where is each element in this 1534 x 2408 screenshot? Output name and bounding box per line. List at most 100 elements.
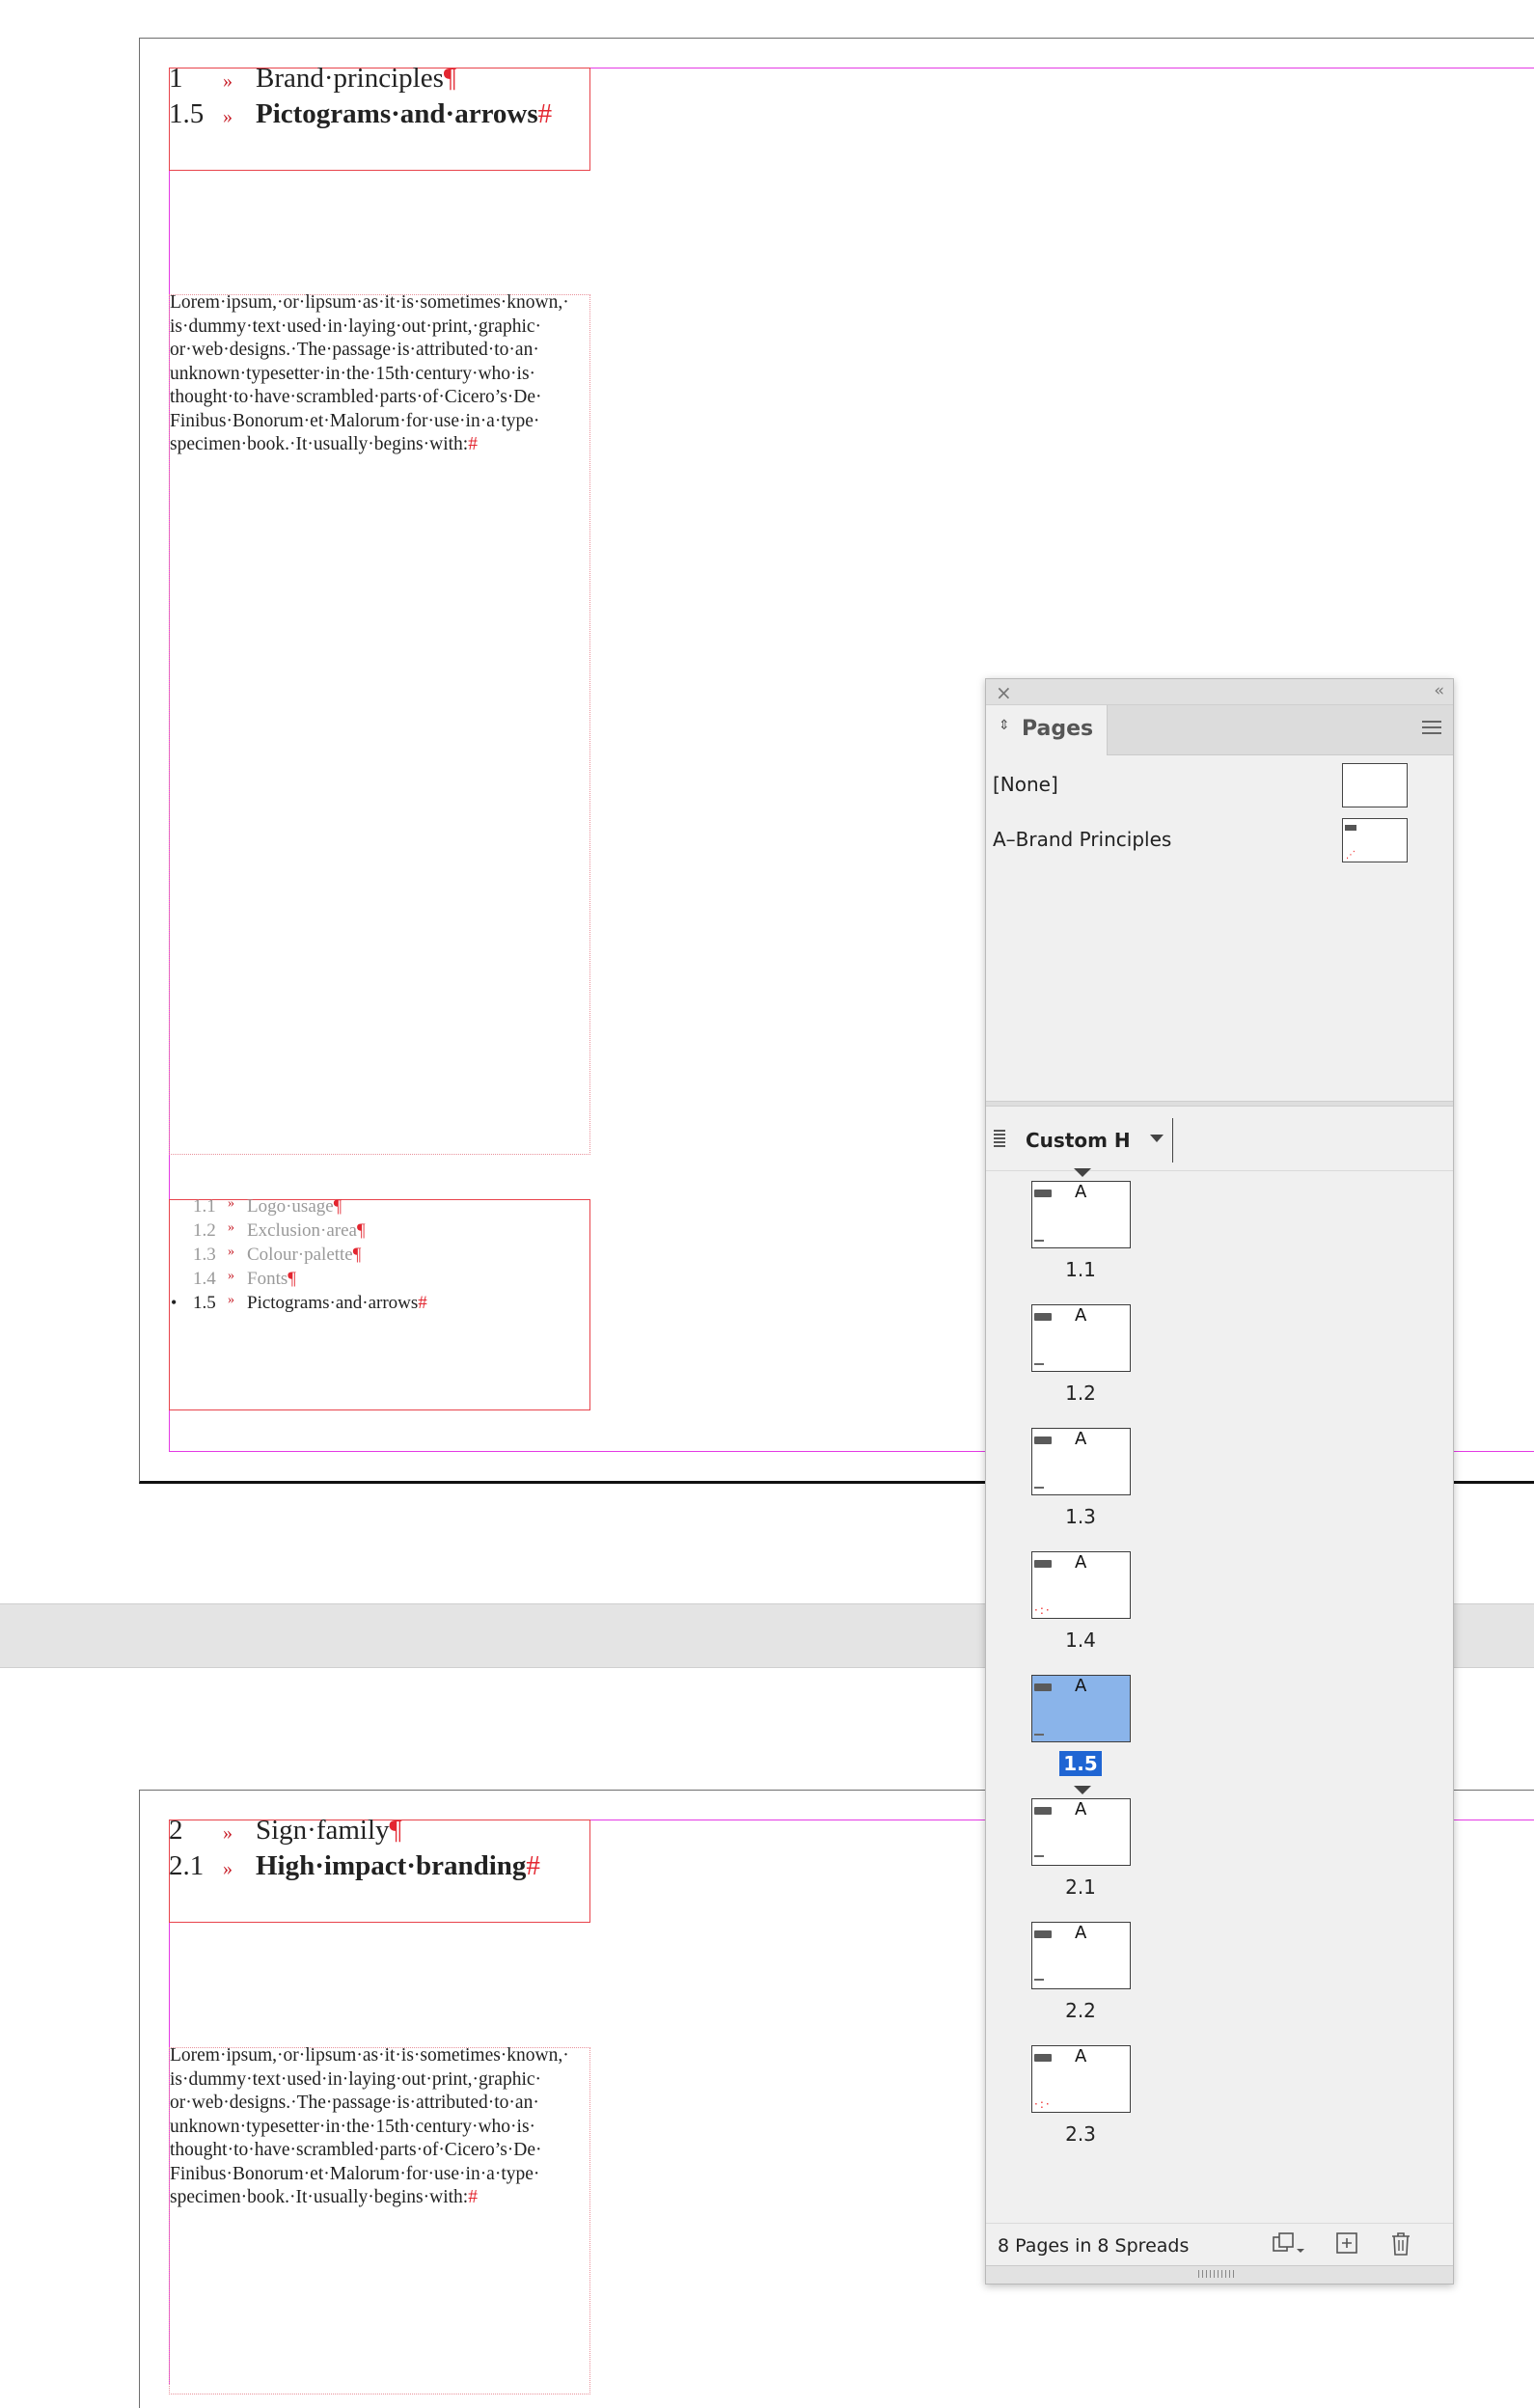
page-tile-1-3[interactable]: A 1.3 — [986, 1418, 1453, 1542]
page-thumbnail[interactable]: A — [1031, 1675, 1131, 1742]
page-tile-1-2[interactable]: A 1.2 — [986, 1295, 1453, 1418]
page-label: 2.1 — [1065, 1875, 1096, 1899]
page-thumbnail[interactable]: A — [1031, 1304, 1131, 1372]
toc-entry: 1.3 » Colour·palette ¶ — [193, 1245, 361, 1266]
thumb-footer-mark — [1034, 1363, 1044, 1365]
thumb-header-mark — [1034, 2054, 1052, 2062]
body-line: unknown·typesetter·in·the·15th·century·w… — [170, 2116, 536, 2137]
spine-marker-icon — [1074, 1168, 1091, 1177]
master-name: [None] — [993, 773, 1058, 796]
toc-number: 1.1 — [193, 1196, 216, 1217]
collapse-panel-icon[interactable]: ‹‹ — [1434, 681, 1443, 700]
toc-number: 1.4 — [193, 1269, 216, 1289]
heading-number: 2 — [169, 1815, 183, 1846]
pilcrow-mark: ¶ — [443, 63, 457, 94]
end-of-story-mark: # — [537, 98, 553, 129]
thumb-header-mark — [1034, 1930, 1052, 1938]
tab-pages[interactable]: ⇕ Pages — [986, 705, 1108, 755]
thumb-red-mark: ·:· — [1034, 1603, 1052, 1617]
bullet-mark: • — [171, 1293, 178, 1312]
master-prefix: A — [1075, 1923, 1087, 1943]
body-text: Lorem·ipsum,·or·lipsum·as·it·is·sometime… — [170, 291, 587, 457]
tab-marker: » — [228, 1196, 234, 1211]
toc-number: 1.3 — [193, 1245, 216, 1265]
new-page-icon[interactable] — [1335, 2231, 1358, 2260]
pilcrow-mark: ¶ — [352, 1245, 362, 1265]
page-thumbnail[interactable]: A ·:· — [1031, 2045, 1131, 2113]
tab-marker: » — [228, 1269, 234, 1283]
master-thumbnail[interactable] — [1342, 763, 1408, 807]
page-label: 2.2 — [1065, 1999, 1096, 2022]
master-prefix: A — [1075, 2046, 1087, 2066]
body-line: unknown·typesetter·in·the·15th·century·w… — [170, 363, 536, 384]
master-prefix: A — [1075, 1182, 1087, 1202]
page-tile-2-3[interactable]: A ·:· 2.3 — [986, 2036, 1453, 2159]
chevron-down-icon[interactable] — [1150, 1135, 1164, 1142]
panel-resize-grip[interactable] — [986, 2265, 1453, 2284]
page-thumbnail[interactable]: A — [1031, 1922, 1131, 1989]
page-label: 1.2 — [1065, 1382, 1096, 1405]
toc-entry: 1.4 » Fonts ¶ — [193, 1269, 296, 1290]
body-line: or·web·designs.·The·passage·is·attribute… — [170, 2093, 539, 2113]
thumb-footer-mark — [1034, 1240, 1044, 1242]
end-of-story-mark: # — [468, 2187, 478, 2207]
page-thumbnail[interactable]: A — [1031, 1181, 1131, 1248]
pilcrow-mark: ¶ — [333, 1196, 342, 1217]
master-item-none[interactable]: [None] — [986, 759, 1453, 813]
tab-marker: » — [228, 1245, 234, 1259]
page-tile-1-4[interactable]: A ·:· 1.4 — [986, 1542, 1453, 1665]
page-label: 2.3 — [1065, 2122, 1096, 2146]
pilcrow-mark: ¶ — [288, 1269, 296, 1289]
tab-marker: » — [223, 70, 233, 92]
body-line: Lorem·ipsum,·or·lipsum·as·it·is·sometime… — [170, 2045, 569, 2066]
view-mode-label[interactable]: Custom H — [1026, 1129, 1131, 1152]
page-thumbnail[interactable]: A — [1031, 1428, 1131, 1495]
thumb-red-mark: ⋰ — [1346, 850, 1356, 861]
page-tile-1-5-selected[interactable]: A 1.5 — [986, 1665, 1453, 1789]
page-thumbnail[interactable]: A ·:· — [1031, 1551, 1131, 1619]
trash-icon[interactable] — [1389, 2231, 1412, 2262]
master-prefix: A — [1075, 1305, 1087, 1326]
panel-status-bar: 8 Pages in 8 Spreads — [986, 2223, 1453, 2264]
toc-number: 1.5 — [193, 1293, 216, 1313]
body-line: specimen·book.·It·usually·begins·with: — [170, 434, 469, 454]
heading-level-1: 2 » Sign·family ¶ — [169, 1815, 402, 1847]
page-thumbnail[interactable]: A — [1031, 1798, 1131, 1866]
tab-marker: » — [223, 106, 233, 127]
master-thumbnail[interactable]: ⋰ — [1342, 818, 1408, 862]
pilcrow-mark: ¶ — [389, 1815, 402, 1846]
end-of-story-mark: # — [468, 434, 478, 454]
thumb-header-mark — [1034, 1807, 1052, 1815]
page-label: 1.5 — [986, 1751, 1175, 1776]
thumb-footer-mark — [1034, 1855, 1044, 1857]
toc-entry-active: 1.5 » Pictograms·and·arrows # — [193, 1293, 427, 1314]
body-line: thought·to·have·scrambled·parts·of·Cicer… — [170, 387, 542, 407]
thumb-header-mark — [1345, 825, 1356, 831]
tab-marker: » — [223, 1822, 233, 1844]
panel-menu-icon[interactable] — [1422, 721, 1441, 738]
edit-page-size-icon[interactable] — [1272, 2231, 1306, 2262]
page-tile-2-1[interactable]: A 2.1 — [986, 1786, 1453, 1912]
master-prefix: A — [1075, 1552, 1087, 1573]
thumb-header-mark — [1034, 1560, 1052, 1568]
end-of-story-mark: # — [526, 1850, 540, 1881]
toc-text: Exclusion·area — [247, 1220, 357, 1241]
master-item-a-brand-principles[interactable]: A–Brand Principles ⋰ — [986, 814, 1453, 868]
body-line: Finibus·Bonorum·et·Malorum·for·use·in·a·… — [170, 2163, 540, 2184]
body-line: specimen·book.·It·usually·begins·with: — [170, 2187, 469, 2207]
pages-view-toolbar: Custom H — [986, 1107, 1453, 1171]
page-label: 1.3 — [1065, 1505, 1096, 1528]
heading-text: Pictograms·and·arrows — [256, 98, 538, 129]
page-count-label: 8 Pages in 8 Spreads — [998, 2235, 1190, 2257]
panel-title-bar[interactable]: × ‹‹ — [986, 679, 1453, 705]
body-line: Lorem·ipsum,·or·lipsum·as·it·is·sometime… — [170, 292, 569, 313]
body-line: is·dummy·text·used·in·laying·out·print,·… — [170, 315, 542, 337]
page-tile-2-2[interactable]: A 2.2 — [986, 1912, 1453, 2036]
tab-marker: » — [223, 1858, 233, 1879]
close-icon[interactable]: × — [996, 681, 1012, 704]
thumb-header-mark — [1034, 1683, 1052, 1691]
master-name: A–Brand Principles — [993, 828, 1172, 851]
expand-collapse-icon[interactable]: ⇕ — [999, 718, 1010, 733]
page-tile-1-1[interactable]: A 1.1 — [986, 1168, 1453, 1295]
panel-tab-strip: ⇕ Pages — [986, 705, 1453, 755]
